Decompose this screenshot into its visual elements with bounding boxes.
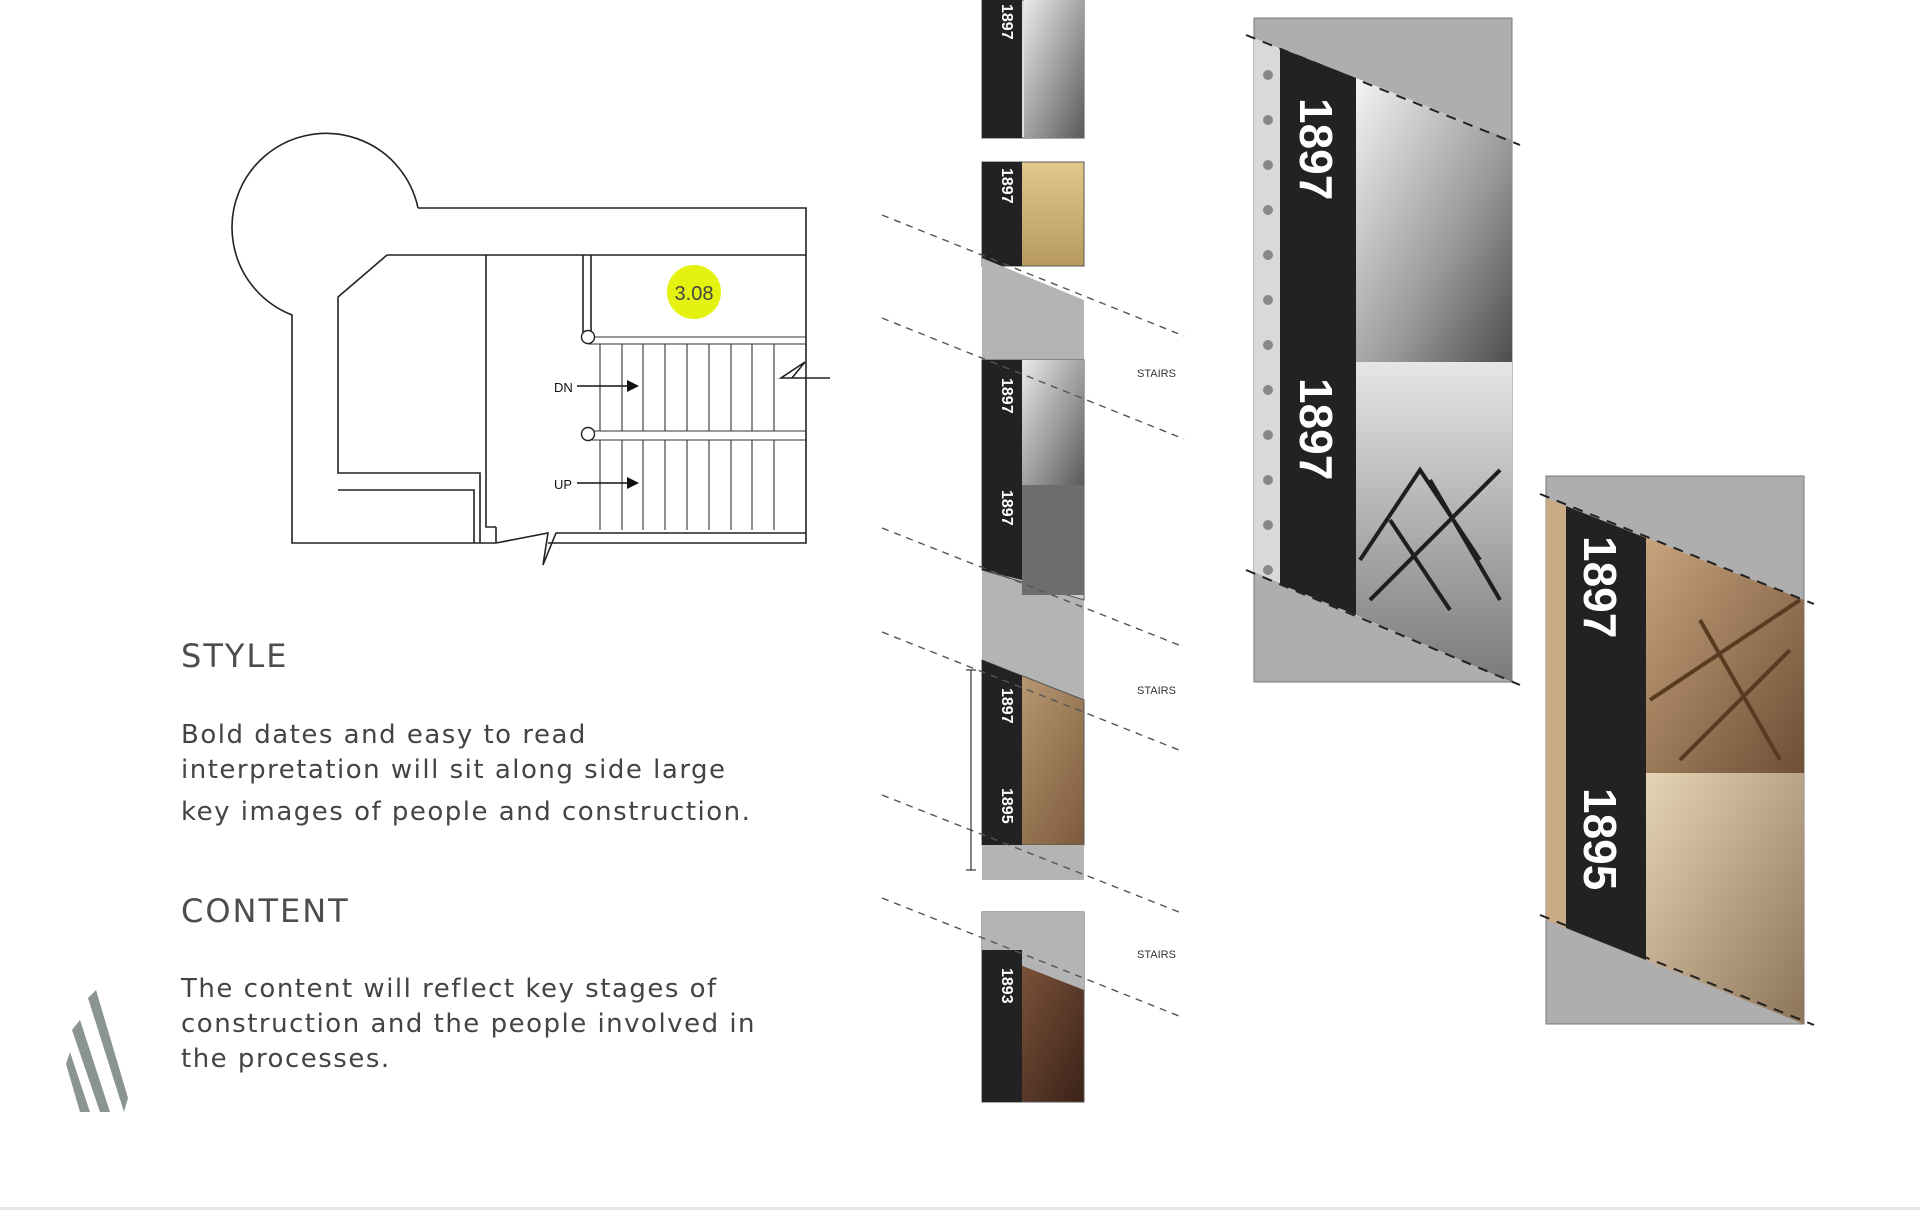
- panel-a-year: 1897: [1290, 378, 1342, 480]
- elevation-year: 1893: [998, 968, 1015, 1004]
- content-line: The content will reflect key stages of: [181, 974, 718, 1004]
- content-paragraph: The content will reflect key stages of c…: [181, 972, 781, 1077]
- detail-panel-a: 1897 1897: [1245, 17, 1521, 686]
- panel-b-year: 1895: [1574, 788, 1626, 890]
- elevation-year: 1897: [998, 4, 1015, 40]
- content-line: the processes.: [181, 1044, 391, 1074]
- stair-elevation: 1897 1897 1897 1897 1897 1895 1893 STAIR…: [881, 0, 1185, 1103]
- panel-b-year: 1897: [1574, 536, 1626, 638]
- stairs-label: STAIRS: [1137, 685, 1176, 697]
- elevation-year: 1895: [998, 788, 1015, 824]
- room-number: 3.08: [675, 283, 714, 305]
- detail-panel-b: 1897 1895: [1539, 475, 1815, 1026]
- floor-plan: DN UP 3.08: [231, 132, 830, 566]
- style-line: key images of people and construction.: [181, 797, 752, 827]
- elevation-year: 1897: [998, 168, 1015, 204]
- content-heading: CONTENT: [181, 892, 350, 930]
- elevation-year: 1897: [998, 378, 1015, 414]
- style-line: Bold dates and easy to read: [181, 720, 587, 750]
- style-line: interpretation will sit along side large: [181, 755, 727, 785]
- stairs-label: STAIRS: [1137, 949, 1176, 961]
- style-heading: STYLE: [181, 637, 289, 675]
- down-label: DN: [554, 380, 573, 395]
- elevation-year: 1897: [998, 688, 1015, 724]
- panel-a-year: 1897: [1290, 98, 1342, 200]
- logo-icon: [66, 990, 128, 1112]
- content-line: construction and the people involved in: [181, 1009, 757, 1039]
- style-paragraph: Bold dates and easy to read interpretati…: [181, 718, 781, 830]
- up-label: UP: [554, 477, 572, 492]
- stairs-label: STAIRS: [1137, 368, 1176, 380]
- elevation-year: 1897: [998, 490, 1015, 526]
